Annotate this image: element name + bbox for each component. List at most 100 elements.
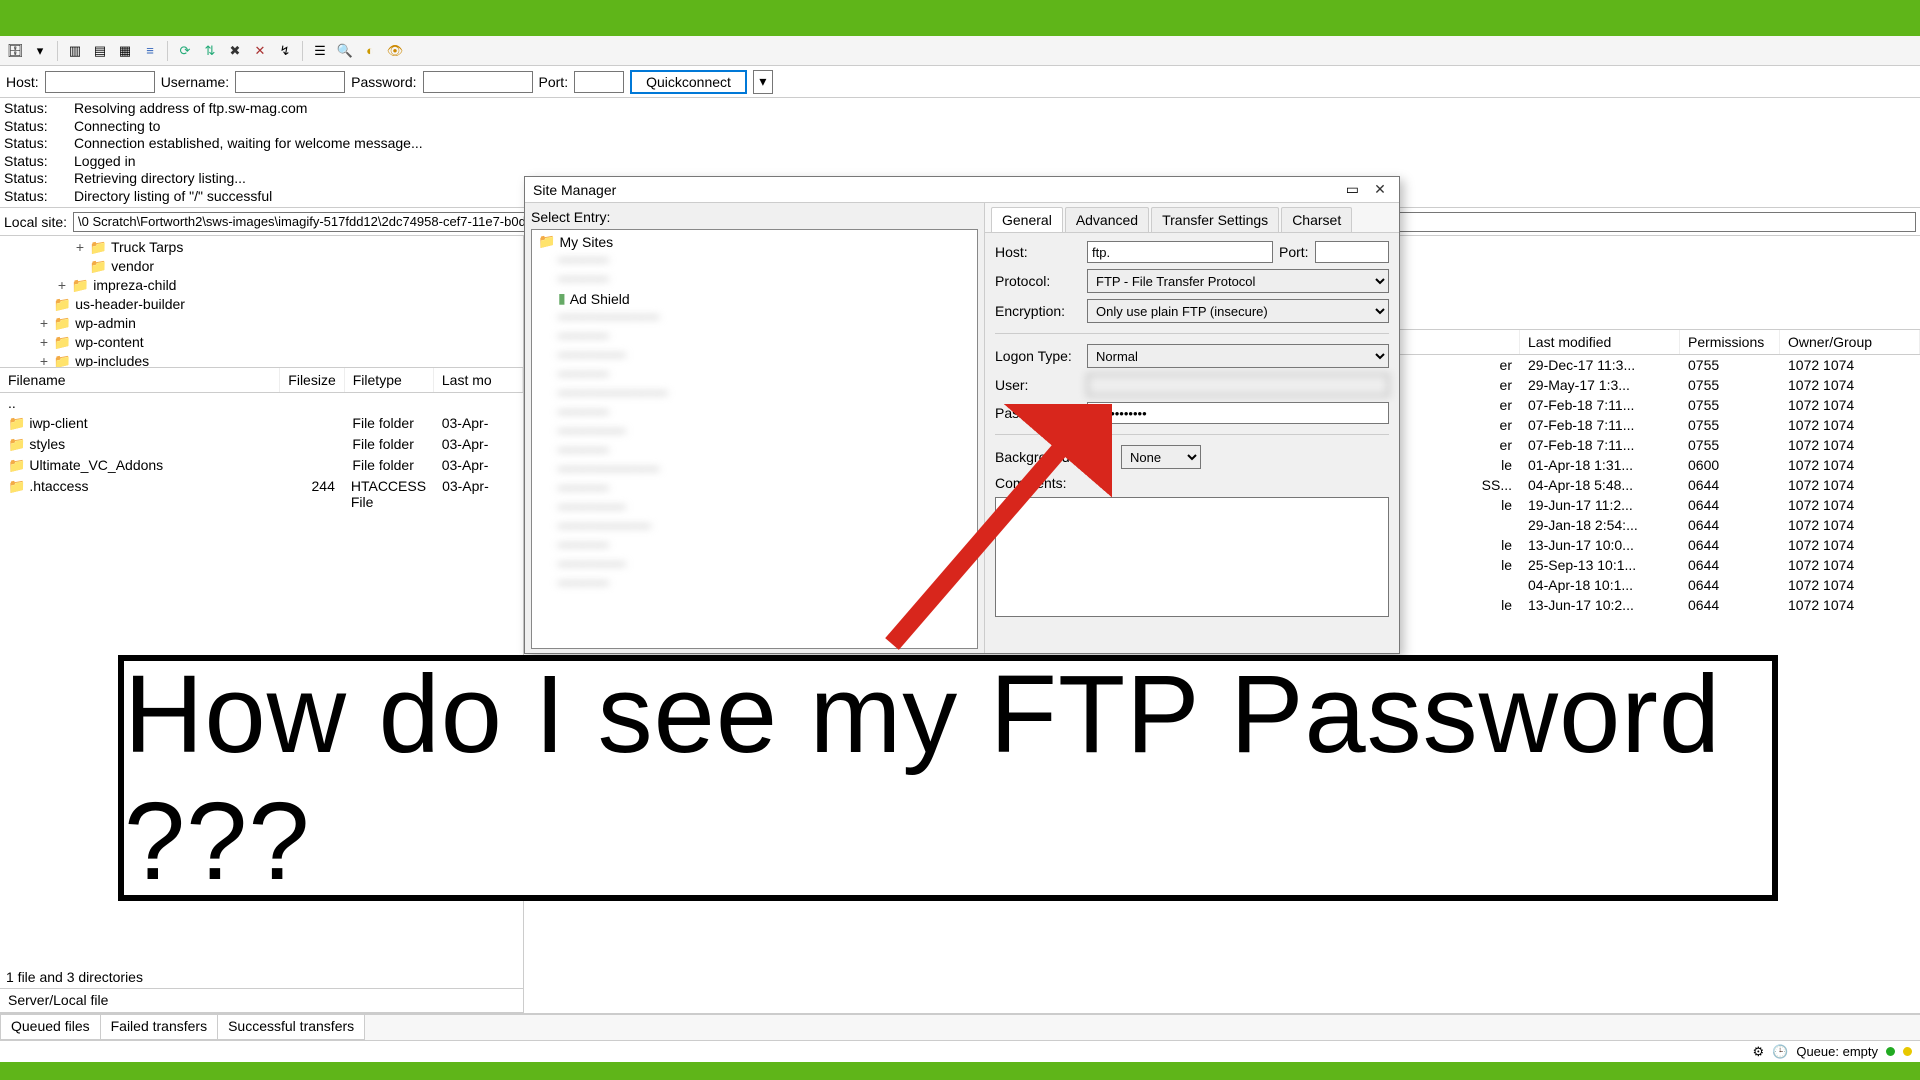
tree-item[interactable]: + 📁 Truck Tarps	[2, 238, 521, 257]
tab-charset[interactable]: Charset	[1281, 207, 1352, 232]
file-row[interactable]: 📁 iwp-clientFile folder03-Apr-	[0, 413, 523, 434]
transfer-tabs: Queued files Failed transfers Successful…	[0, 1014, 1920, 1040]
filter-icon[interactable]: ☰	[309, 40, 331, 62]
col-remote-modified[interactable]: Last modified	[1520, 330, 1680, 354]
tab-successful-transfers[interactable]: Successful transfers	[217, 1015, 365, 1040]
search-icon[interactable]: 🔍	[334, 40, 356, 62]
user-field[interactable]	[1087, 374, 1389, 396]
protocol-select[interactable]: FTP - File Transfer Protocol	[1087, 269, 1389, 293]
username-input[interactable]	[235, 71, 345, 93]
tab-failed-transfers[interactable]: Failed transfers	[100, 1015, 218, 1040]
password-field[interactable]	[1087, 402, 1389, 424]
tree-item-blurred[interactable]: ━━━━━━━━━━━━	[534, 460, 975, 479]
toggle-local-tree-icon[interactable]: ▤	[89, 40, 111, 62]
compare-icon[interactable]: ◐	[359, 40, 381, 62]
protocol-label: Protocol:	[995, 273, 1081, 289]
file-row[interactable]: 📁 .htaccess244HTACCESS File03-Apr-	[0, 476, 523, 512]
process-queue-icon[interactable]: ⇅	[199, 40, 221, 62]
password-input[interactable]	[423, 71, 533, 93]
general-form: Host: Port: Protocol: FTP - File Transfe…	[985, 233, 1399, 628]
cancel-icon[interactable]: ✖	[224, 40, 246, 62]
tree-item-blurred[interactable]: ━━━━━━	[534, 270, 975, 289]
site-manager-icon[interactable]: 🗄	[4, 40, 26, 62]
quickconnect-button[interactable]: Quickconnect	[630, 70, 747, 94]
col-remote-owner[interactable]: Owner/Group	[1780, 330, 1920, 354]
tree-item-blurred[interactable]: ━━━━━━	[534, 479, 975, 498]
tree-item-blurred[interactable]: ━━━━━━━━	[534, 422, 975, 441]
tree-ad-shield[interactable]: ▮ Ad Shield	[534, 289, 975, 308]
tree-my-sites[interactable]: 📁 My Sites	[534, 232, 975, 251]
password-label: Password:	[351, 74, 416, 90]
status-indicator-yellow	[1903, 1047, 1912, 1056]
port-input[interactable]	[574, 71, 624, 93]
tree-item-blurred[interactable]: ━━━━━━	[534, 327, 975, 346]
local-tree[interactable]: + 📁 Truck Tarps 📁 vendor+ 📁 impreza-chil…	[0, 236, 523, 368]
port-field[interactable]	[1315, 241, 1389, 263]
bg-color-select[interactable]: None	[1121, 445, 1201, 469]
tab-transfer-settings[interactable]: Transfer Settings	[1151, 207, 1279, 232]
tree-item-blurred[interactable]: ━━━━━━	[534, 403, 975, 422]
file-row[interactable]: 📁 stylesFile folder03-Apr-	[0, 434, 523, 455]
select-entry-label: Select Entry:	[531, 207, 978, 229]
tab-advanced[interactable]: Advanced	[1065, 207, 1149, 232]
tree-item[interactable]: + 📁 wp-content	[2, 333, 521, 352]
tree-item[interactable]: 📁 us-header-builder	[2, 295, 521, 314]
quickconnect-dropdown-icon[interactable]: ▾	[753, 70, 773, 94]
log-row: Status:Connection established, waiting f…	[4, 135, 1916, 153]
toggle-remote-tree-icon[interactable]: ▦	[114, 40, 136, 62]
tree-item[interactable]: 📁 vendor	[2, 257, 521, 276]
tree-item-blurred[interactable]: ━━━━━━━━	[534, 346, 975, 365]
refresh-icon[interactable]: ⟳	[174, 40, 196, 62]
host-field[interactable]	[1087, 241, 1273, 263]
disconnect-icon[interactable]: ✕	[249, 40, 271, 62]
tree-item-blurred[interactable]: ━━━━━━━━	[534, 498, 975, 517]
password-label: Password:	[995, 405, 1081, 421]
tree-item[interactable]: + 📁 wp-includes	[2, 352, 521, 368]
tree-item-blurred[interactable]: ━━━━━━	[534, 574, 975, 593]
status-bar: ⚙ 🕒 Queue: empty	[0, 1040, 1920, 1062]
tree-item-blurred[interactable]: ━━━━━━━━━━━━	[534, 308, 975, 327]
tree-item-blurred[interactable]: ━━━━━━	[534, 536, 975, 555]
encryption-label: Encryption:	[995, 303, 1081, 319]
user-label: User:	[995, 377, 1081, 393]
comments-textarea[interactable]	[995, 497, 1389, 617]
window-maximize-icon[interactable]: ▭	[1346, 181, 1359, 198]
log-row: Status:Resolving address of ftp.sw-mag.c…	[4, 100, 1916, 118]
toggle-queue-icon[interactable]: ≡	[139, 40, 161, 62]
toggle-log-icon[interactable]: ▥	[64, 40, 86, 62]
local-site-label: Local site:	[4, 214, 67, 230]
tree-item-blurred[interactable]: ━━━━━━━━━━━	[534, 517, 975, 536]
tree-item-blurred[interactable]: ━━━━━━	[534, 365, 975, 384]
host-input[interactable]	[45, 71, 155, 93]
site-tree[interactable]: 📁 My Sites ━━━━━━ ━━━━━━ ▮ Ad Shield ━━━…	[531, 229, 978, 649]
tree-item-blurred[interactable]: ━━━━━━	[534, 251, 975, 270]
file-row[interactable]: 📁 Ultimate_VC_AddonsFile folder03-Apr-	[0, 455, 523, 476]
col-filetype[interactable]: Filetype	[345, 368, 434, 392]
reconnect-icon[interactable]: ↯	[274, 40, 296, 62]
dialog-title: Site Manager	[533, 182, 616, 198]
toolbar-dropdown-icon[interactable]: ▾	[29, 40, 51, 62]
local-status-line: 1 file and 3 directories	[0, 967, 523, 989]
encryption-select[interactable]: Only use plain FTP (insecure)	[1087, 299, 1389, 323]
file-row[interactable]: ..	[0, 393, 523, 413]
close-icon[interactable]: ✕	[1369, 181, 1391, 199]
status-indicator-green	[1886, 1047, 1895, 1056]
col-lastmod[interactable]: Last mo	[434, 368, 523, 392]
logon-type-select[interactable]: Normal	[1087, 344, 1389, 368]
tab-queued-files[interactable]: Queued files	[0, 1015, 101, 1040]
queue-status: Queue: empty	[1796, 1044, 1878, 1059]
tree-item[interactable]: + 📁 impreza-child	[2, 276, 521, 295]
sync-browse-icon[interactable]: 👁	[384, 40, 406, 62]
caption-text: How do I see my FTP Password ???	[124, 651, 1772, 905]
site-icon: ▮	[558, 290, 566, 307]
col-filename[interactable]: Filename	[0, 368, 280, 392]
col-remote-permissions[interactable]: Permissions	[1680, 330, 1780, 354]
tree-item[interactable]: + 📁 wp-admin	[2, 314, 521, 333]
col-filesize[interactable]: Filesize	[280, 368, 344, 392]
tab-general[interactable]: General	[991, 207, 1063, 232]
gear-icon[interactable]: ⚙	[1753, 1044, 1765, 1060]
dialog-titlebar[interactable]: Site Manager ▭ ✕	[525, 177, 1399, 203]
tree-item-blurred[interactable]: ━━━━━━	[534, 441, 975, 460]
tree-item-blurred[interactable]: ━━━━━━━━━━━━━	[534, 384, 975, 403]
tree-item-blurred[interactable]: ━━━━━━━━	[534, 555, 975, 574]
